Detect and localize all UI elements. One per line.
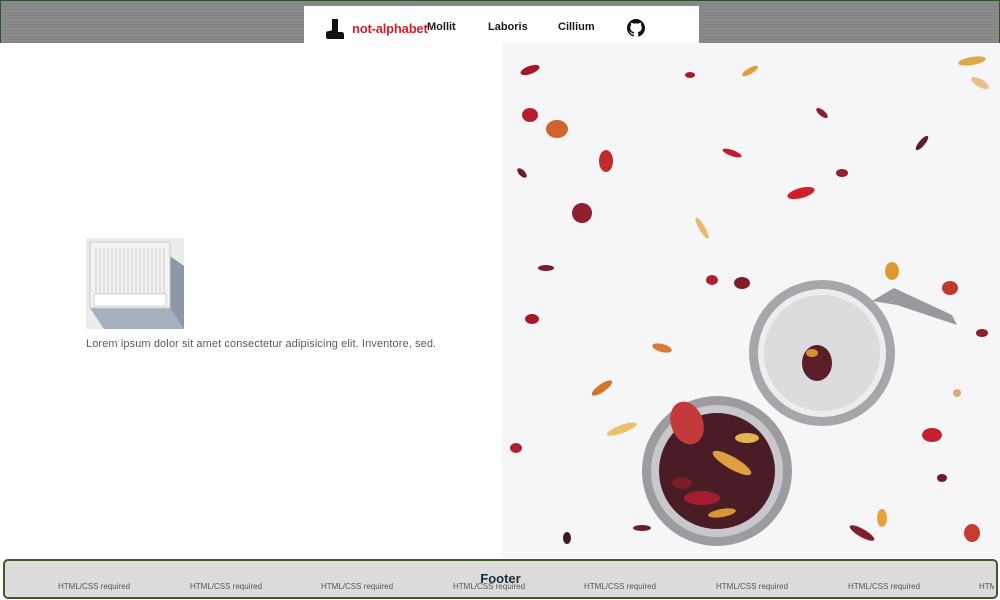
footer-item: HTML/CSS required xyxy=(190,582,263,591)
tea-infuser-hero-image xyxy=(502,43,1000,558)
boot-logo-icon[interactable] xyxy=(326,18,344,40)
nav-link-laboris[interactable]: Laboris xyxy=(488,21,528,33)
main-navigation: not-alphabet Mollit Laboris Cillium xyxy=(304,6,699,44)
footer-item: HTML/CSS required xyxy=(321,582,394,591)
nav-link-mollit[interactable]: Mollit xyxy=(427,21,456,33)
intro-text: Lorem ipsum dolor sit amet consectetur a… xyxy=(86,338,437,350)
tea-infuser-box-image xyxy=(86,238,184,329)
intro-section: Lorem ipsum dolor sit amet consectetur a… xyxy=(0,43,502,558)
brand-name[interactable]: not-alphabet xyxy=(352,21,428,36)
footer-item: HTML/CSS required xyxy=(979,582,994,591)
footer-item: HTML/CSS required xyxy=(848,582,921,591)
footer-item: HTML/CSS required xyxy=(716,582,789,591)
footer-item: HTML/CSS required xyxy=(58,582,131,591)
footer-item: HTML/CSS required xyxy=(584,582,657,591)
github-icon[interactable] xyxy=(627,19,645,37)
nav-link-cillium[interactable]: Cillium xyxy=(558,21,595,33)
footer-item: HTML/CSS required xyxy=(453,582,526,591)
footer: Footer HTML/CSS required HTML/CSS requir… xyxy=(3,559,998,599)
